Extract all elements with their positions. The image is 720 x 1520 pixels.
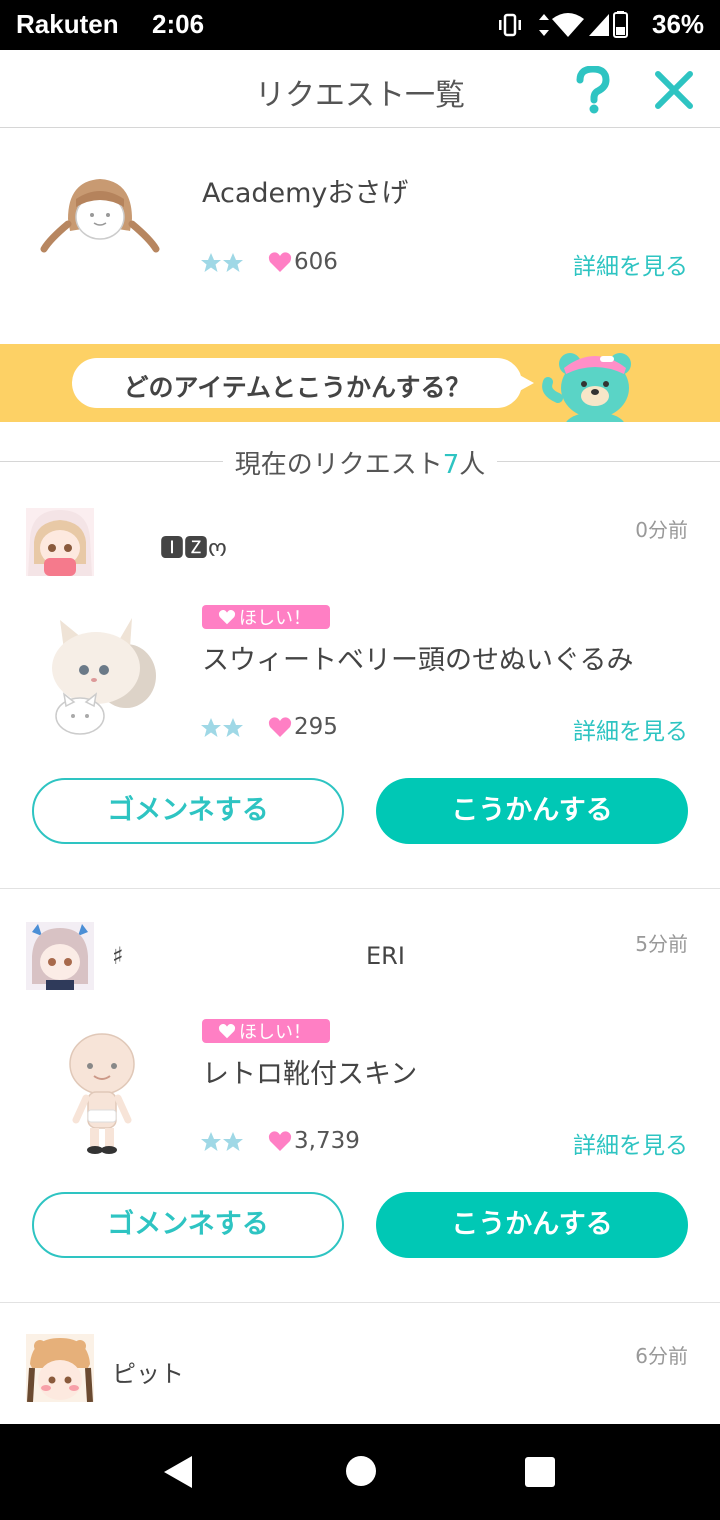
divider-line bbox=[0, 888, 720, 889]
avatar[interactable] bbox=[26, 922, 94, 990]
request-count-header: 現在のリクエスト7人 bbox=[0, 440, 720, 481]
doll-skin-thumbnail bbox=[69, 1033, 135, 1154]
heart-icon bbox=[268, 1131, 292, 1151]
heart-icon bbox=[218, 1024, 236, 1039]
question-icon[interactable] bbox=[572, 66, 614, 114]
item-name: スウィートベリー頭のせぬいぐるみ bbox=[202, 645, 634, 676]
heart-icon bbox=[268, 252, 292, 272]
decline-button[interactable]: ゴメンネする bbox=[32, 1192, 344, 1258]
request-count-label: 現在のリクエスト7人 bbox=[222, 444, 498, 481]
request-count-prefix: 現在のリクエスト bbox=[234, 450, 443, 480]
decline-button[interactable]: ゴメンネする bbox=[32, 778, 344, 844]
vibrate-icon bbox=[499, 13, 521, 37]
android-nav-bar bbox=[0, 1424, 720, 1520]
battery-percent: 36% bbox=[652, 9, 705, 39]
avatar-girl-icon bbox=[26, 508, 94, 576]
recent-apps-icon[interactable] bbox=[524, 1456, 556, 1488]
banner-text: どのアイテムとこうかんする？ bbox=[123, 373, 471, 402]
want-badge: ほしい！ bbox=[202, 605, 330, 629]
heart-icon bbox=[268, 717, 292, 737]
details-link[interactable]: 詳細を見る bbox=[573, 247, 688, 281]
rarity-stars-icon bbox=[201, 1132, 243, 1151]
exchange-button[interactable]: こうかんする bbox=[376, 1192, 688, 1258]
item-name: レトロ靴付スキン bbox=[202, 1059, 418, 1090]
request-card: ピット 6分前 bbox=[0, 1326, 720, 1424]
exchange-prompt-banner: どのアイテムとこうかんする？ bbox=[0, 344, 720, 422]
like-count: 606 bbox=[268, 249, 338, 275]
bear-mascot-icon bbox=[542, 353, 631, 422]
braided-hair-thumbnail bbox=[40, 179, 160, 253]
timestamp: 0分前 bbox=[635, 518, 688, 542]
like-count-value: 606 bbox=[294, 249, 338, 275]
avatar-girl-icon bbox=[26, 922, 94, 990]
want-badge: ほしい！ bbox=[202, 1019, 330, 1043]
wifi-icon bbox=[552, 13, 584, 37]
request-card: ♯ ERI 5分前 ほしい！ レトロ靴付スキン 3,739 詳細を見る ゴメンネ… bbox=[0, 914, 720, 1302]
details-link[interactable]: 詳細を見る bbox=[573, 712, 688, 746]
speech-bubble: どのアイテムとこうかんする？ bbox=[72, 358, 522, 408]
like-count-value: 295 bbox=[294, 714, 338, 740]
avatar[interactable] bbox=[26, 508, 94, 576]
rarity-stars-icon bbox=[201, 718, 243, 737]
heart-icon bbox=[218, 610, 236, 625]
divider-line bbox=[0, 1302, 720, 1303]
like-count: 3,739 bbox=[268, 1128, 360, 1154]
system-icons bbox=[499, 11, 628, 38]
data-arrows-icon bbox=[539, 14, 549, 36]
username[interactable]: ピット bbox=[112, 1354, 184, 1389]
like-count-value: 3,739 bbox=[294, 1128, 360, 1154]
timestamp: 5分前 bbox=[635, 932, 688, 956]
app-header: リクエスト一覧 bbox=[0, 50, 720, 128]
rarity-stars-icon bbox=[201, 253, 243, 272]
request-count-number: 7 bbox=[442, 450, 460, 480]
status-bar: Rakuten 2:06 36% bbox=[0, 0, 720, 50]
request-count-suffix: 人 bbox=[459, 450, 486, 480]
details-link[interactable]: 詳細を見る bbox=[573, 1126, 688, 1160]
exchange-button[interactable]: こうかんする bbox=[376, 778, 688, 844]
avatar[interactable] bbox=[26, 1334, 94, 1402]
signal-icon bbox=[589, 14, 609, 36]
home-icon[interactable] bbox=[344, 1454, 378, 1488]
timestamp: 6分前 bbox=[635, 1344, 688, 1368]
avatar-girl-icon bbox=[26, 1334, 94, 1402]
cat-plush-thumbnail bbox=[52, 618, 156, 735]
carrier-label: Rakuten bbox=[16, 9, 119, 39]
username-part[interactable]: ERI bbox=[366, 942, 405, 970]
username[interactable]: 🅸🆉ო bbox=[160, 528, 227, 563]
clock: 2:06 bbox=[152, 9, 205, 39]
want-badge-label: ほしい！ bbox=[239, 608, 311, 629]
battery-icon bbox=[613, 11, 628, 38]
close-icon[interactable] bbox=[652, 68, 696, 112]
item-name: Academyおさげ bbox=[202, 178, 409, 209]
request-count-text: 現在のリクエスト7人 bbox=[0, 444, 720, 481]
requested-item-summary: Academyおさげ 606 詳細を見る bbox=[0, 129, 720, 344]
want-badge-label: ほしい！ bbox=[239, 1022, 311, 1043]
request-card: 🅸🆉ო 0分前 ほしい！ スウィートベリー頭のせぬいぐるみ 295 詳細を見る … bbox=[0, 500, 720, 888]
back-icon[interactable] bbox=[162, 1454, 196, 1490]
username-part[interactable]: ♯ bbox=[112, 942, 124, 970]
like-count: 295 bbox=[268, 714, 338, 740]
